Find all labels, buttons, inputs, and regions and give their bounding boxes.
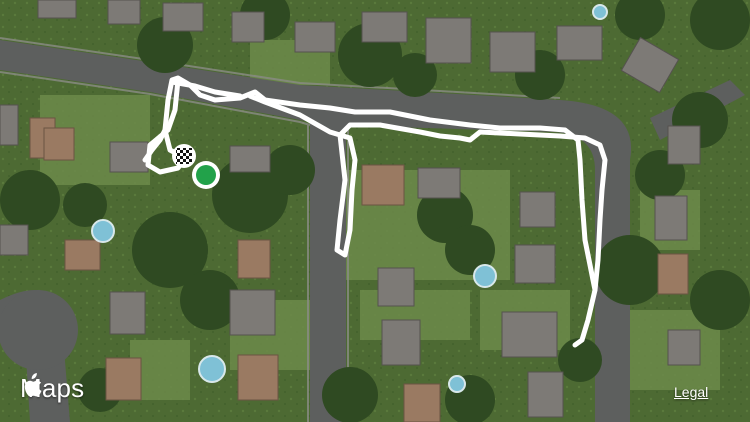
checkered-flag-icon[interactable] <box>172 144 196 168</box>
green-circle-icon[interactable] <box>192 161 220 189</box>
apple-logo-icon <box>24 373 42 397</box>
map-view[interactable]: Maps Legal <box>0 0 750 422</box>
maps-watermark: Maps <box>20 373 84 404</box>
legal-link[interactable]: Legal <box>674 384 708 400</box>
satellite-imagery <box>0 0 750 422</box>
